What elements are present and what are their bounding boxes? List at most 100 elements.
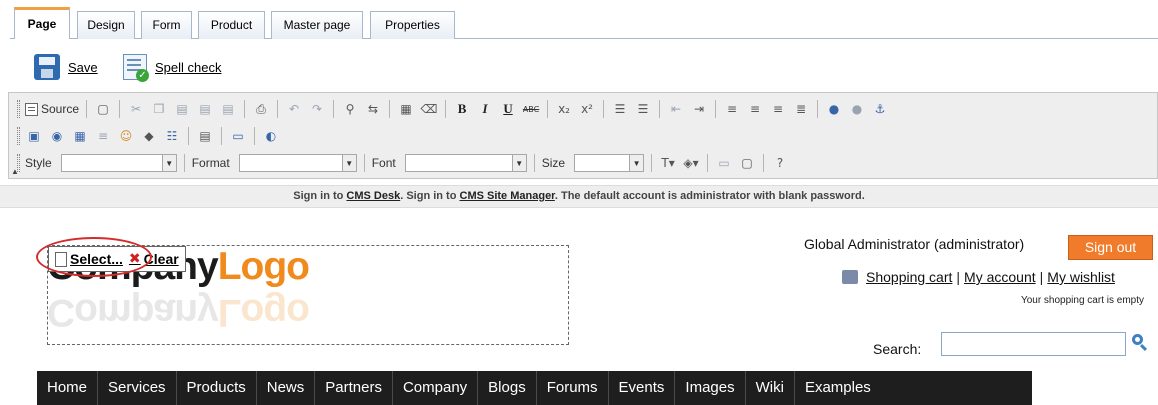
spell-check-button[interactable]: Spell check bbox=[123, 52, 221, 82]
print-icon[interactable]: ⎙ bbox=[252, 100, 270, 118]
toolbar-separator bbox=[254, 127, 255, 145]
cms-desk-link[interactable]: CMS Desk bbox=[346, 190, 400, 202]
underline-icon[interactable]: U bbox=[499, 100, 517, 118]
tab-page[interactable]: Page bbox=[14, 7, 70, 39]
align-justify-icon[interactable]: ≣ bbox=[792, 100, 810, 118]
toolbar-separator bbox=[533, 154, 535, 172]
menu-item-partners[interactable]: Partners bbox=[315, 371, 393, 405]
font-label: Font bbox=[371, 156, 396, 170]
search-button[interactable] bbox=[1131, 333, 1149, 352]
align-left-icon[interactable]: ≡ bbox=[723, 100, 741, 118]
copy-icon[interactable]: ❐ bbox=[150, 100, 168, 118]
save-button[interactable]: Save bbox=[34, 52, 98, 82]
menu-item-images[interactable]: Images bbox=[675, 371, 746, 405]
text-color-icon[interactable]: T▾ bbox=[659, 154, 677, 172]
cart-status: Your shopping cart is empty bbox=[1020, 295, 1144, 306]
logo-logo-text: Logo bbox=[217, 245, 310, 288]
collapse-toolbar-icon[interactable]: ▲ bbox=[11, 167, 19, 176]
menu-item-events[interactable]: Events bbox=[609, 371, 676, 405]
unlink-icon[interactable]: ● bbox=[848, 100, 866, 118]
toolbar-separator bbox=[363, 154, 365, 172]
menu-item-products[interactable]: Products bbox=[177, 371, 257, 405]
shopping-cart-link[interactable]: Shopping cart bbox=[866, 269, 952, 285]
paste-text-icon[interactable]: ▤ bbox=[196, 100, 214, 118]
select-all-icon[interactable]: ▦ bbox=[397, 100, 415, 118]
flash-icon[interactable]: ◉ bbox=[48, 127, 66, 145]
link-separator: | bbox=[956, 269, 961, 285]
table-icon[interactable]: ▦ bbox=[71, 127, 89, 145]
toolbar-row-2: ▣ ◉ ▦ ≡ ☺ ◆ ☷ ▤ ▭ ◐ bbox=[17, 124, 280, 148]
inline-control-icon[interactable]: ▭ bbox=[229, 127, 247, 145]
menu-item-wiki[interactable]: Wiki bbox=[746, 371, 795, 405]
cms-site-manager-link[interactable]: CMS Site Manager bbox=[460, 190, 555, 202]
tab-design[interactable]: Design bbox=[77, 11, 135, 39]
special-char-icon[interactable]: ◆ bbox=[140, 127, 158, 145]
toolbar-separator bbox=[659, 100, 661, 118]
template-icon[interactable]: ▤ bbox=[196, 127, 214, 145]
menu-item-news[interactable]: News bbox=[257, 371, 316, 405]
widget-icon[interactable]: ◐ bbox=[262, 127, 280, 145]
menu-item-services[interactable]: Services bbox=[98, 371, 177, 405]
menu-item-forums[interactable]: Forums bbox=[537, 371, 609, 405]
source-button[interactable]: Source bbox=[25, 102, 79, 116]
tab-form[interactable]: Form bbox=[141, 11, 192, 39]
main-menu: Home Services Products News Partners Com… bbox=[37, 371, 1032, 405]
show-blocks-icon[interactable]: ▢ bbox=[738, 154, 756, 172]
link-icon[interactable]: ● bbox=[825, 100, 843, 118]
toolbar-separator bbox=[547, 100, 549, 118]
superscript-icon[interactable]: x² bbox=[578, 100, 596, 118]
paste-icon[interactable]: ▤ bbox=[173, 100, 191, 118]
help-icon[interactable]: ? bbox=[771, 154, 789, 172]
subscript-icon[interactable]: x₂ bbox=[555, 100, 573, 118]
toolbar-separator bbox=[651, 154, 653, 172]
format-select-field bbox=[240, 155, 342, 171]
indent-icon[interactable]: ⇥ bbox=[690, 100, 708, 118]
logo-reflection: CompanyLogo bbox=[47, 291, 309, 334]
outdent-icon[interactable]: ⇤ bbox=[667, 100, 685, 118]
anchor-icon[interactable]: ⚓ bbox=[871, 100, 889, 118]
chevron-down-icon: ▼ bbox=[341, 155, 356, 171]
paste-word-icon[interactable]: ▤ bbox=[219, 100, 237, 118]
my-account-link[interactable]: My account bbox=[964, 269, 1036, 285]
search-input[interactable] bbox=[941, 332, 1126, 356]
format-select[interactable]: ▼ bbox=[238, 154, 357, 172]
toolbar-separator bbox=[183, 154, 185, 172]
preview-icon[interactable]: ▢ bbox=[94, 100, 112, 118]
size-select[interactable]: ▼ bbox=[574, 154, 645, 172]
smiley-icon[interactable]: ☺ bbox=[117, 127, 135, 145]
link-separator: | bbox=[1039, 269, 1044, 285]
my-wishlist-link[interactable]: My wishlist bbox=[1047, 269, 1115, 285]
tab-master-page[interactable]: Master page bbox=[271, 11, 363, 39]
horizontal-rule-icon[interactable]: ≡ bbox=[94, 127, 112, 145]
cut-icon[interactable]: ✂ bbox=[127, 100, 145, 118]
find-icon[interactable]: ⚲ bbox=[341, 100, 359, 118]
redo-icon[interactable]: ↷ bbox=[308, 100, 326, 118]
toolbar-grip bbox=[17, 127, 20, 145]
toolbar-row-1: Source ▢ ✂ ❐ ▤ ▤ ▤ ⎙ ↶ ↷ ⚲ ⇆ ▦ ⌫ B I U A… bbox=[17, 97, 889, 121]
bulleted-list-icon[interactable]: ☰ bbox=[634, 100, 652, 118]
align-right-icon[interactable]: ≡ bbox=[769, 100, 787, 118]
strikethrough-icon[interactable]: ABC bbox=[522, 100, 540, 118]
menu-item-company[interactable]: Company bbox=[393, 371, 479, 405]
image-icon[interactable]: ▣ bbox=[25, 127, 43, 145]
maximize-icon[interactable]: ▭ bbox=[715, 154, 733, 172]
bold-icon[interactable]: B bbox=[453, 100, 471, 118]
undo-icon[interactable]: ↶ bbox=[285, 100, 303, 118]
sign-out-button[interactable]: Sign out bbox=[1068, 235, 1153, 260]
background-color-icon[interactable]: ◈▾ bbox=[682, 154, 700, 172]
remove-format-icon[interactable]: ⌫ bbox=[420, 100, 438, 118]
source-label: Source bbox=[41, 102, 80, 116]
page-break-icon[interactable]: ☷ bbox=[163, 127, 181, 145]
replace-icon[interactable]: ⇆ bbox=[364, 100, 382, 118]
menu-item-home[interactable]: Home bbox=[37, 371, 99, 405]
font-select[interactable]: ▼ bbox=[404, 154, 527, 172]
italic-icon[interactable]: I bbox=[476, 100, 494, 118]
menu-item-blogs[interactable]: Blogs bbox=[478, 371, 537, 405]
tab-product[interactable]: Product bbox=[198, 11, 265, 39]
tab-properties[interactable]: Properties bbox=[370, 11, 455, 39]
align-center-icon[interactable]: ≡ bbox=[746, 100, 764, 118]
notice-text: . Sign in to bbox=[400, 190, 460, 202]
style-select[interactable]: ▼ bbox=[60, 154, 177, 172]
menu-item-examples[interactable]: Examples bbox=[795, 371, 881, 405]
numbered-list-icon[interactable]: ☰ bbox=[611, 100, 629, 118]
